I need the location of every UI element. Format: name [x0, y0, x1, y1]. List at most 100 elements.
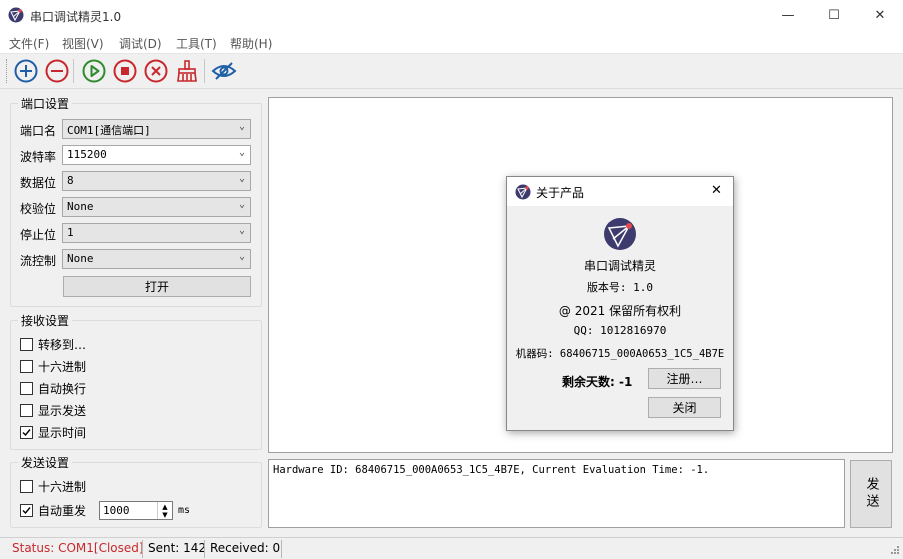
menu-help[interactable]: 帮助(H): [230, 35, 272, 52]
menu-debug[interactable]: 调试(D): [119, 35, 162, 52]
remove-icon: [45, 59, 69, 83]
status-separator: [281, 540, 282, 558]
menu-view[interactable]: 视图(V): [62, 35, 104, 52]
play-icon: [82, 59, 106, 83]
maximize-button[interactable]: ☐: [811, 0, 857, 31]
stop-bits-value: 1: [67, 226, 74, 239]
spin-down-icon[interactable]: ▼: [162, 511, 167, 519]
toolbar: [0, 54, 903, 89]
option-show-time[interactable]: 显示时间: [20, 424, 86, 441]
menu-file[interactable]: 文件(F): [9, 35, 49, 52]
machine-code: 机器码: 68406715_000A0653_1C5_4B7E: [515, 348, 725, 360]
stop-icon: [113, 59, 137, 83]
product-name: 串口调试精灵: [583, 259, 656, 273]
minimize-icon: —: [781, 8, 795, 23]
cancel-button[interactable]: [143, 58, 169, 84]
option-hex-send[interactable]: 十六进制: [20, 478, 86, 495]
status-separator: [142, 540, 143, 558]
option-label: 自动重发: [38, 504, 87, 518]
qq-contact: QQ: 1012816970: [573, 324, 667, 337]
parity-value: None: [67, 200, 94, 213]
checkbox[interactable]: [20, 382, 33, 395]
checkbox[interactable]: [20, 360, 33, 373]
toolbar-grip: [6, 59, 8, 83]
port-name-select[interactable]: COM1[通信端口] ⌄: [62, 119, 251, 139]
option-show-send[interactable]: 显示发送: [20, 402, 86, 419]
option-auto-resend[interactable]: 自动重发: [20, 502, 86, 519]
checkbox[interactable]: [20, 338, 33, 351]
checkmark-icon: [22, 429, 31, 437]
menu-bar: 文件(F) 视图(V) 调试(D) 工具(T) 帮助(H): [0, 31, 903, 54]
send-button[interactable]: 发送: [850, 460, 892, 528]
checkbox-checked[interactable]: [20, 504, 33, 517]
chevron-down-icon: ⌄: [238, 199, 245, 210]
checkbox-checked[interactable]: [20, 426, 33, 439]
dialog-close-icon[interactable]: ✕: [711, 183, 722, 198]
add-icon: [14, 59, 38, 83]
port-settings-title: 端口设置: [18, 95, 73, 112]
dialog-title: 关于产品: [536, 186, 585, 200]
register-button[interactable]: 注册…: [648, 368, 721, 389]
flow-control-select[interactable]: None ⌄: [62, 249, 251, 269]
stop-bits-label: 停止位: [20, 228, 57, 242]
eye-icon: [211, 62, 237, 80]
port-name-value: COM1[通信端口]: [67, 124, 151, 137]
chevron-down-icon: ⌄: [238, 147, 245, 158]
spin-up-icon[interactable]: ▲: [162, 503, 167, 511]
minimize-button[interactable]: —: [765, 0, 811, 31]
dialog-close-button[interactable]: 关闭: [648, 397, 721, 418]
chevron-down-icon: ⌄: [238, 121, 245, 132]
clear-button[interactable]: [174, 58, 200, 84]
flow-control-value: None: [67, 252, 94, 265]
baud-rate-select[interactable]: 115200 ⌄: [62, 145, 251, 165]
interval-unit: ms: [178, 505, 191, 516]
app-logo-icon: [515, 184, 531, 200]
app-logo-icon: [8, 7, 24, 23]
option-label: 自动换行: [38, 382, 87, 396]
product-logo-icon: [604, 218, 636, 250]
option-label: 十六进制: [38, 360, 87, 374]
option-label: 显示时间: [38, 426, 87, 440]
stop-button[interactable]: [112, 58, 138, 84]
baud-rate-label: 波特率: [20, 150, 57, 164]
spinner-arrows[interactable]: ▲ ▼: [157, 502, 172, 519]
close-button[interactable]: ✕: [857, 0, 903, 31]
product-version: 版本号: 1.0: [586, 281, 654, 294]
stop-bits-select[interactable]: 1 ⌄: [62, 223, 251, 243]
resize-grip-icon[interactable]: [888, 545, 900, 557]
maximize-icon: ☐: [828, 8, 840, 23]
remaining-days: 剩余天数: -1: [562, 375, 633, 389]
start-button[interactable]: [81, 58, 107, 84]
port-name-label: 端口名: [20, 124, 57, 138]
status-bar: Status: COM1[Closed] Sent: 142 Received:…: [0, 537, 903, 559]
remove-button[interactable]: [44, 58, 70, 84]
chevron-down-icon: ⌄: [238, 173, 245, 184]
close-icon: ✕: [874, 8, 886, 23]
add-button[interactable]: [13, 58, 39, 84]
checkbox[interactable]: [20, 404, 33, 417]
toggle-view-button[interactable]: [211, 58, 237, 84]
interval-value: 1000: [103, 504, 130, 517]
open-port-button[interactable]: 打开: [63, 276, 251, 297]
interval-spinbox[interactable]: 1000 ▲ ▼: [99, 501, 173, 520]
menu-tools[interactable]: 工具(T): [176, 35, 217, 52]
copyright-text: @ 2021 保留所有权利: [558, 304, 682, 318]
option-auto-wrap[interactable]: 自动换行: [20, 380, 86, 397]
send-textarea[interactable]: Hardware ID: 68406715_000A0653_1C5_4B7E,…: [268, 459, 845, 528]
data-bits-label: 数据位: [20, 176, 57, 190]
checkbox[interactable]: [20, 480, 33, 493]
option-hex-receive[interactable]: 十六进制: [20, 358, 86, 375]
data-bits-value: 8: [67, 174, 74, 187]
send-text: Hardware ID: 68406715_000A0653_1C5_4B7E,…: [273, 464, 710, 476]
data-bits-select[interactable]: 8 ⌄: [62, 171, 251, 191]
toolbar-separator: [204, 59, 205, 83]
status-separator: [204, 540, 205, 558]
connection-status: Status: COM1[Closed]: [12, 541, 144, 555]
baud-rate-value: 115200: [67, 148, 107, 161]
checkmark-icon: [22, 507, 31, 515]
option-label: 转移到…: [38, 338, 87, 352]
window-title: 串口调试精灵1.0: [30, 10, 122, 24]
parity-select[interactable]: None ⌄: [62, 197, 251, 217]
option-transfer[interactable]: 转移到…: [20, 336, 86, 353]
option-label: 显示发送: [38, 404, 87, 418]
